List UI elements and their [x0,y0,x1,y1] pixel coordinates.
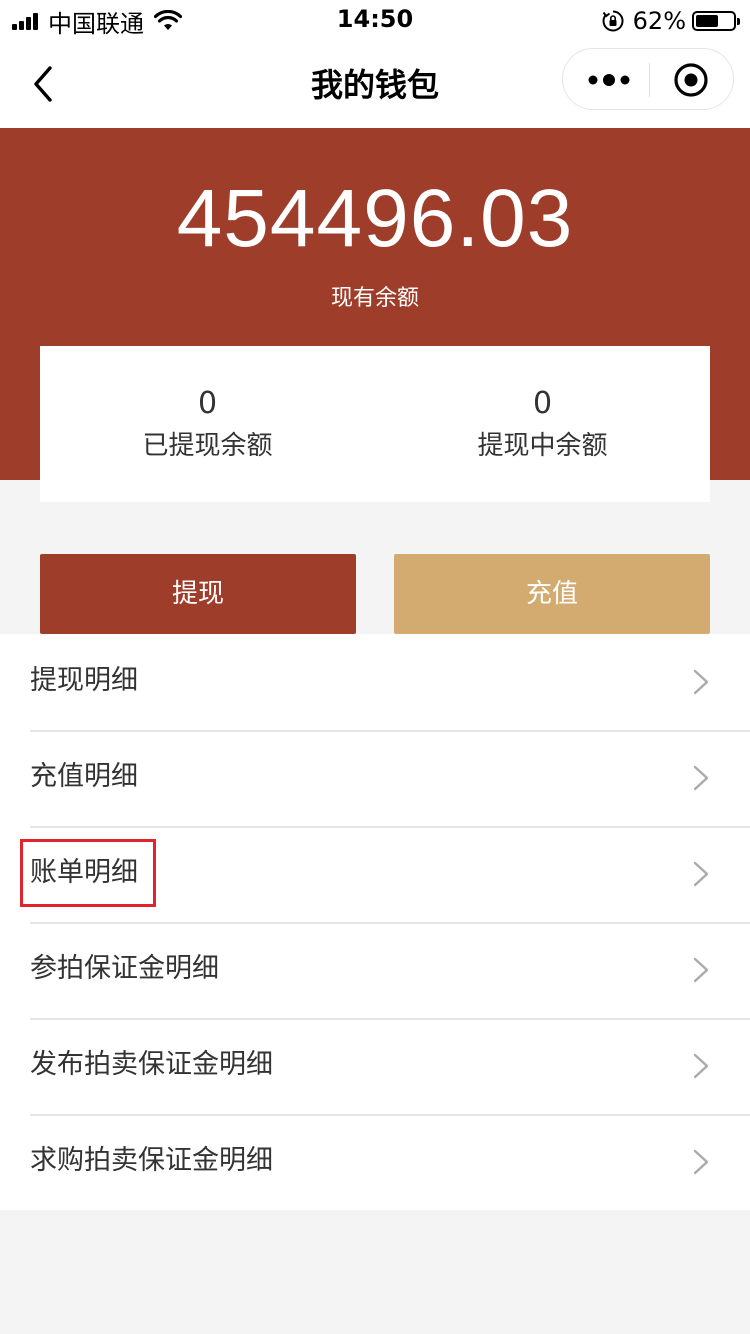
list-item-label: 参拍保证金明细 [30,953,219,984]
chevron-right-icon [693,1053,709,1079]
more-dots-icon[interactable] [585,65,633,95]
chevron-right-icon [693,669,709,695]
detail-list: 提现明细 充值明细 账单明细 参拍保证金明细 发布拍卖保证金明细 求购拍卖保证金… [0,634,750,1210]
list-item-bid-deposit-details[interactable]: 参拍保证金明细 [0,922,750,1018]
list-item-label: 发布拍卖保证金明细 [30,1049,273,1080]
status-bar: 中国联通 14:50 62% [0,0,750,40]
balance-label: 现有余额 [330,286,419,311]
orientation-lock-icon [602,10,624,32]
battery-percent: 62% [632,7,686,35]
recharge-button[interactable]: 充值 [394,554,710,634]
list-item-wanted-auction-deposit-details[interactable]: 求购拍卖保证金明细 [0,1114,750,1210]
chevron-right-icon [693,957,709,983]
capsule-divider [649,63,650,97]
withdrawn-stat: 0 已提现余额 [40,386,375,466]
list-item-label: 提现明细 [30,665,138,696]
list-item-withdraw-details[interactable]: 提现明细 [0,634,750,730]
pending-stat: 0 提现中余额 [375,386,710,466]
chevron-right-icon [693,1149,709,1175]
withdrawn-value: 0 [197,386,218,421]
close-target-icon[interactable] [673,62,709,98]
pending-label: 提现中余额 [477,431,608,461]
list-item-publish-auction-deposit-details[interactable]: 发布拍卖保证金明细 [0,1018,750,1114]
battery-fill [696,15,718,27]
list-item-recharge-details[interactable]: 充值明细 [0,730,750,826]
chevron-right-icon [693,765,709,791]
balance-amount: 454496.03 [176,173,574,264]
mini-program-capsule [562,48,734,110]
withdraw-button[interactable]: 提现 [40,554,356,634]
status-right: 62% [601,6,740,36]
pending-value: 0 [532,386,553,421]
list-item-bill-details[interactable]: 账单明细 [0,826,750,922]
balance-stats-card: 0 已提现余额 0 提现中余额 [40,346,710,502]
battery-icon [692,11,740,31]
list-item-label: 充值明细 [30,761,138,792]
list-item-label: 求购拍卖保证金明细 [30,1145,273,1176]
withdrawn-label: 已提现余额 [142,431,273,461]
chevron-right-icon [693,861,709,887]
nav-bar: 我的钱包 [0,40,750,128]
highlight-box [20,839,156,907]
